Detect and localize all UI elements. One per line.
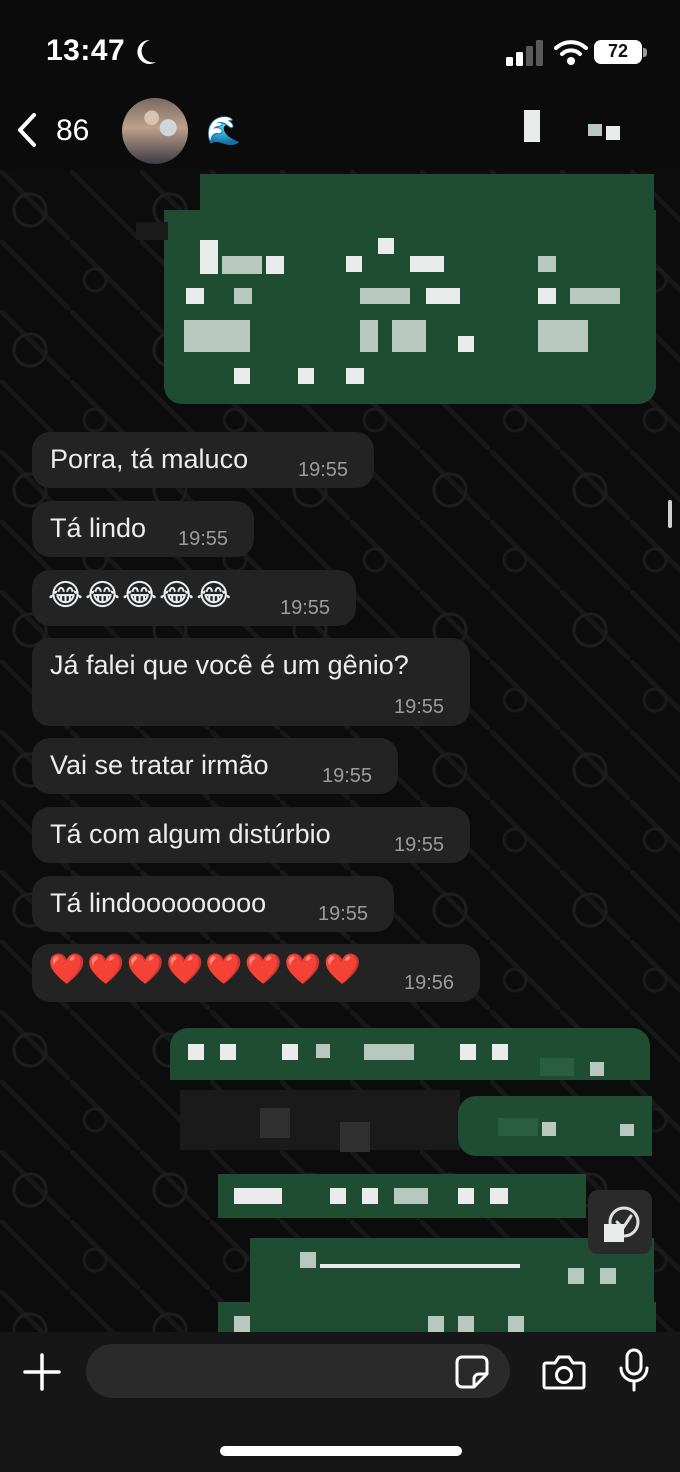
message-text: Já falei que você é um gênio? [50, 650, 409, 680]
message-text: Porra, tá maluco [50, 444, 249, 474]
redacted-outgoing-message [458, 1096, 652, 1156]
contact-name[interactable]: 🌊 [206, 114, 241, 147]
incoming-message[interactable]: Tá lindooooooooo 19:55 [32, 876, 394, 932]
redacted-outgoing-message [218, 1302, 656, 1332]
message-time: 19:55 [394, 834, 445, 856]
input-bar [0, 1332, 680, 1472]
scroll-down-button[interactable] [588, 1190, 652, 1254]
message-time: 19:55 [280, 597, 331, 619]
message-time: 19:55 [322, 765, 373, 787]
incoming-message[interactable]: ❤️❤️❤️❤️❤️❤️❤️❤️ 19:56 [32, 944, 480, 1002]
message-text: Vai se tratar irmão [50, 750, 269, 780]
incoming-message[interactable]: Já falei que você é um gênio? 19:55 [32, 638, 470, 726]
signal-icon [506, 40, 543, 66]
wifi-icon [554, 40, 588, 65]
plus-icon[interactable] [22, 1352, 62, 1392]
chat-header: 86 🌊 [0, 92, 680, 170]
message-text: Tá com algum distúrbio [50, 819, 331, 849]
message-text: Tá lindo [50, 513, 147, 543]
scroll-indicator[interactable] [668, 500, 672, 528]
message-time: 19:55 [298, 459, 349, 481]
message-input[interactable] [86, 1344, 510, 1398]
redacted-header-info [470, 106, 650, 158]
message-time: 19:55 [394, 696, 445, 718]
avatar[interactable] [122, 98, 188, 164]
incoming-message[interactable]: Tá lindo 19:55 [32, 501, 254, 557]
message-time: 19:55 [318, 903, 369, 925]
message-text: ❤️❤️❤️❤️❤️❤️❤️❤️ [48, 952, 363, 987]
camera-icon[interactable] [542, 1354, 586, 1390]
incoming-message[interactable]: Tá com algum distúrbio 19:55 [32, 807, 470, 863]
incoming-message[interactable]: Porra, tá maluco 19:55 [32, 432, 374, 488]
home-indicator[interactable] [220, 1446, 462, 1456]
status-time: 13:47 [46, 34, 126, 67]
message-text: Tá lindooooooooo [50, 888, 267, 918]
mic-icon[interactable] [618, 1348, 650, 1392]
status-bar: 13:47 72 [0, 0, 680, 100]
moon-icon [137, 39, 156, 64]
message-time: 19:56 [404, 972, 455, 994]
redacted-outgoing-message [164, 210, 656, 404]
battery-icon: 72 [594, 40, 648, 66]
redacted-outgoing-message [170, 1028, 650, 1080]
incoming-message[interactable]: 😂😂😂😂😂 19:55 [32, 570, 356, 626]
battery-percent: 72 [607, 41, 629, 61]
redacted-outgoing-message [218, 1174, 586, 1218]
message-text: 😂😂😂😂😂 [48, 578, 234, 613]
chevron-left-icon[interactable] [14, 112, 40, 148]
chevron-down-icon [604, 1206, 640, 1242]
redacted-outgoing-message [200, 174, 654, 210]
sticker-icon[interactable] [454, 1354, 490, 1390]
message-time: 19:55 [178, 528, 229, 550]
chat-area[interactable]: Porra, tá maluco 19:55 Tá lindo 19:55 😂😂… [0, 170, 680, 1332]
unread-count[interactable]: 86 [56, 114, 89, 148]
incoming-message[interactable]: Vai se tratar irmão 19:55 [32, 738, 398, 794]
